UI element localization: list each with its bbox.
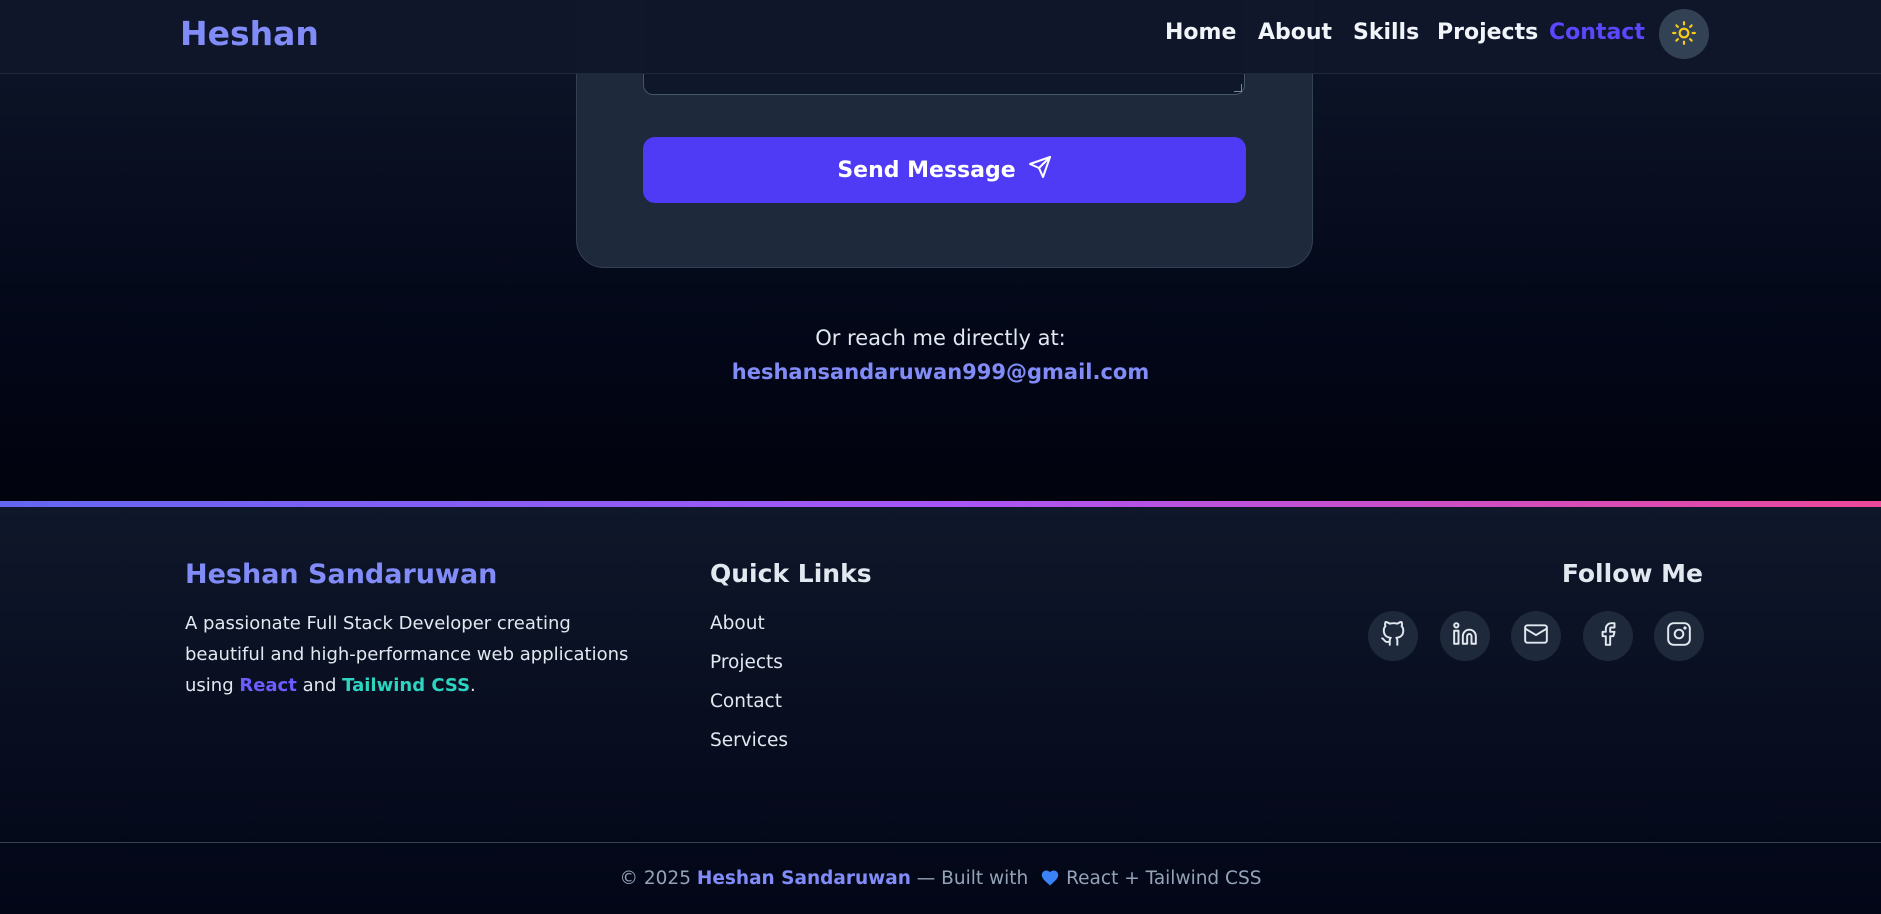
desc-end: . [470, 675, 476, 696]
github-link[interactable] [1368, 611, 1418, 661]
footer-description: A passionate Full Stack Developer creati… [185, 608, 635, 701]
linkedin-icon [1452, 621, 1478, 651]
desc-tailwind: Tailwind CSS [342, 675, 471, 696]
nav-link-home[interactable]: Home [1165, 20, 1236, 45]
linkedin-link[interactable] [1440, 611, 1490, 661]
quick-links-title: Quick Links [710, 559, 872, 588]
brand-logo[interactable]: Heshan [180, 14, 319, 53]
quick-link-contact[interactable]: Contact [710, 691, 782, 712]
quick-link-services[interactable]: Services [710, 730, 788, 751]
email-link[interactable]: heshansandaruwan999@gmail.com [732, 360, 1149, 384]
copyright-name: Heshan Sandaruwan [696, 868, 911, 889]
sun-icon [1671, 20, 1697, 49]
nav-link-skills[interactable]: Skills [1353, 20, 1419, 45]
send-message-button[interactable]: Send Message [643, 137, 1246, 203]
instagram-link[interactable] [1654, 611, 1704, 661]
navbar: Heshan Home About Skills Projects Contac… [0, 0, 1881, 74]
desc-and: and [296, 675, 343, 696]
send-icon [1028, 155, 1052, 185]
footer-name: Heshan Sandaruwan [185, 559, 498, 590]
instagram-icon [1666, 621, 1692, 651]
facebook-link[interactable] [1583, 611, 1633, 661]
nav-link-projects[interactable]: Projects [1437, 20, 1538, 45]
copyright-mid: — Built with [910, 868, 1035, 889]
copyright: © 2025 Heshan Sandaruwan — Built with Re… [0, 868, 1881, 891]
resize-handle[interactable] [1234, 84, 1242, 92]
list-item: Services [710, 730, 788, 769]
email-social-link[interactable] [1511, 611, 1561, 661]
mail-icon [1523, 621, 1549, 651]
contact-section: Send Message Or reach me directly at: he… [0, 0, 1881, 502]
send-message-label: Send Message [837, 157, 1016, 183]
theme-toggle-button[interactable] [1659, 9, 1709, 59]
github-icon [1380, 621, 1406, 651]
quick-link-projects[interactable]: Projects [710, 652, 783, 673]
follow-me-title: Follow Me [1561, 559, 1703, 588]
copyright-suffix: React + Tailwind CSS [1066, 868, 1262, 889]
copyright-prefix: © 2025 [619, 868, 697, 889]
list-item: Contact [710, 691, 788, 730]
quick-link-about[interactable]: About [710, 613, 765, 634]
facebook-icon [1595, 621, 1621, 651]
list-item: Projects [710, 652, 788, 691]
heart-icon [1040, 868, 1060, 891]
footer-bottom-divider [0, 842, 1881, 843]
list-item: About [710, 613, 788, 652]
nav-link-about[interactable]: About [1258, 20, 1332, 45]
desc-react: React [239, 675, 297, 696]
footer: Heshan Sandaruwan A passionate Full Stac… [0, 507, 1881, 914]
direct-contact: Or reach me directly at: heshansandaruwa… [0, 326, 1881, 384]
nav-link-contact[interactable]: Contact [1549, 20, 1645, 45]
quick-links-list: About Projects Contact Services [710, 613, 788, 769]
reach-label: Or reach me directly at: [815, 326, 1066, 350]
